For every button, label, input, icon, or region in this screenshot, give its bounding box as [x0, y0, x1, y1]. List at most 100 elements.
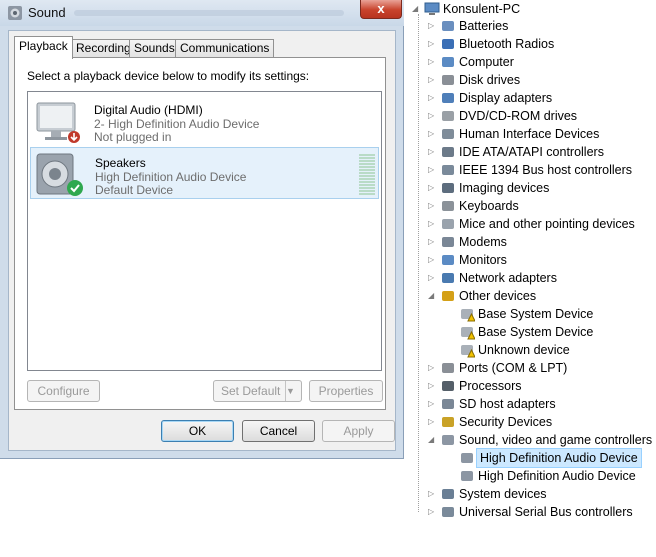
tree-item-label: Human Interface Devices — [459, 127, 600, 141]
tree-item-label: High Definition Audio Device — [478, 469, 636, 483]
device-manager-tree[interactable]: ◢ Konsulent-PC ▷ Batteries ▷ Bluetooth Radi… — [412, 0, 656, 557]
tree-item-label: Mice and other pointing devices — [459, 217, 635, 231]
expand-arrow-icon[interactable]: ▷ — [428, 89, 438, 107]
disk-drive-icon — [442, 75, 454, 85]
ok-button[interactable]: OK — [161, 420, 234, 442]
expand-arrow-icon[interactable]: ▷ — [428, 197, 438, 215]
modem-icon — [442, 237, 454, 247]
expand-arrow-icon[interactable]: ▷ — [428, 71, 438, 89]
set-default-label: Set Default — [221, 384, 281, 398]
tree-item-label: DVD/CD-ROM drives — [459, 109, 578, 123]
hdmi-display-icon — [36, 102, 80, 143]
expand-arrow-icon[interactable]: ▷ — [428, 269, 438, 287]
expand-arrow-icon[interactable]: ▷ — [428, 17, 438, 35]
tree-item-label: SD host adapters — [459, 397, 556, 411]
sound-dialog: Sound x Playback Recording Sounds Commun… — [0, 0, 404, 459]
system-icon — [442, 489, 454, 499]
tree-item-label: Batteries — [459, 19, 509, 33]
tree-root-label: Konsulent-PC — [443, 2, 521, 16]
expand-arrow-icon[interactable]: ▷ — [428, 179, 438, 197]
playback-panel: Select a playback device below to modify… — [14, 57, 386, 410]
expand-arrow-icon[interactable]: ▷ — [428, 233, 438, 251]
set-default-button[interactable]: Set Default ▼ — [213, 380, 302, 402]
dialog-client-area: Playback Recording Sounds Communications… — [8, 30, 396, 451]
chevron-down-icon[interactable]: ▼ — [285, 381, 301, 401]
tree-item-label: Bluetooth Radios — [459, 37, 555, 51]
tab-sounds[interactable]: Sounds — [129, 39, 180, 58]
hid-icon — [442, 129, 454, 139]
warning-device-icon — [461, 345, 475, 358]
ieee1394-icon — [442, 165, 454, 175]
speaker-icon — [8, 6, 22, 20]
tree-item-label: Computer — [459, 55, 514, 69]
network-icon — [442, 273, 454, 283]
expand-arrow-icon[interactable]: ▷ — [428, 143, 438, 161]
expand-arrow-icon[interactable]: ▷ — [428, 503, 438, 521]
expand-arrow-icon[interactable]: ▷ — [428, 395, 438, 413]
security-key-icon — [442, 417, 454, 427]
device-item-hdmi[interactable]: Digital Audio (HDMI) 2- High Definition … — [30, 95, 379, 147]
device-name: Digital Audio (HDMI) — [94, 103, 203, 117]
tree-item-label: Disk drives — [459, 73, 521, 87]
title-bar[interactable]: Sound x — [0, 0, 404, 26]
tree-guide-line — [418, 14, 419, 512]
close-button[interactable]: x — [360, 0, 402, 19]
processor-icon — [442, 381, 454, 391]
tree-item-label: Keyboards — [459, 199, 519, 213]
ide-icon — [442, 147, 454, 157]
tree-item-label: Other devices — [459, 289, 537, 303]
warning-device-icon — [461, 327, 475, 340]
instruction-text: Select a playback device below to modify… — [27, 69, 310, 83]
tab-recording[interactable]: Recording — [71, 39, 136, 58]
expand-arrow-icon[interactable]: ▷ — [428, 107, 438, 125]
expand-arrow-icon[interactable]: ▷ — [428, 485, 438, 503]
computer-icon — [442, 57, 454, 67]
tree-item-label: Monitors — [459, 253, 507, 267]
dvd-icon — [442, 111, 454, 121]
expand-arrow-icon[interactable]: ▷ — [428, 251, 438, 269]
device-item-speakers[interactable]: Speakers High Definition Audio Device De… — [30, 147, 379, 199]
warning-device-icon — [461, 309, 475, 322]
tree-item-label: Sound, video and game controllers — [459, 433, 653, 447]
battery-icon — [442, 21, 454, 31]
collapse-arrow-icon[interactable]: ◢ — [412, 0, 422, 18]
tree-item-label: Modems — [459, 235, 507, 249]
keyboard-icon — [442, 201, 454, 211]
device-name: Speakers — [95, 156, 146, 170]
tree-item-label: IEEE 1394 Bus host controllers — [459, 163, 633, 177]
properties-button[interactable]: Properties — [309, 380, 383, 402]
tree-item-label: System devices — [459, 487, 547, 501]
expand-arrow-icon[interactable]: ▷ — [428, 377, 438, 395]
expand-arrow-icon[interactable]: ▷ — [428, 53, 438, 71]
speaker-icon — [461, 453, 473, 463]
tree-item-label: Ports (COM & LPT) — [459, 361, 568, 375]
expand-arrow-icon[interactable]: ▷ — [428, 359, 438, 377]
monitor-icon — [442, 255, 454, 265]
device-list[interactable]: Digital Audio (HDMI) 2- High Definition … — [27, 91, 382, 371]
tab-communications[interactable]: Communications — [175, 39, 275, 58]
sd-card-icon — [442, 399, 454, 409]
tree-item-label: Base System Device — [478, 325, 594, 339]
collapse-arrow-icon[interactable]: ◢ — [428, 431, 438, 449]
configure-button[interactable]: Configure — [27, 380, 100, 402]
collapse-arrow-icon[interactable]: ◢ — [428, 287, 438, 305]
tree-item-label: IDE ATA/ATAPI controllers — [459, 145, 604, 159]
apply-button[interactable]: Apply — [322, 420, 395, 442]
expand-arrow-icon[interactable]: ▷ — [428, 413, 438, 431]
expand-arrow-icon[interactable]: ▷ — [428, 35, 438, 53]
tab-playback[interactable]: Playback — [14, 36, 73, 59]
volume-level-meter — [359, 154, 375, 196]
expand-arrow-icon[interactable]: ▷ — [428, 125, 438, 143]
tree-item-label: Display adapters — [459, 91, 553, 105]
device-driver: High Definition Audio Device — [95, 170, 247, 184]
tree-item-label: Base System Device — [478, 307, 594, 321]
dialog-title: Sound — [28, 5, 66, 20]
unknown-device-icon — [442, 291, 454, 301]
expand-arrow-icon[interactable]: ▷ — [428, 161, 438, 179]
tree-item-label: Universal Serial Bus controllers — [459, 505, 633, 519]
camera-icon — [442, 183, 454, 193]
tree-item-label: High Definition Audio Device — [476, 448, 642, 468]
cancel-button[interactable]: Cancel — [242, 420, 315, 442]
expand-arrow-icon[interactable]: ▷ — [428, 215, 438, 233]
speaker-icon — [442, 435, 454, 445]
